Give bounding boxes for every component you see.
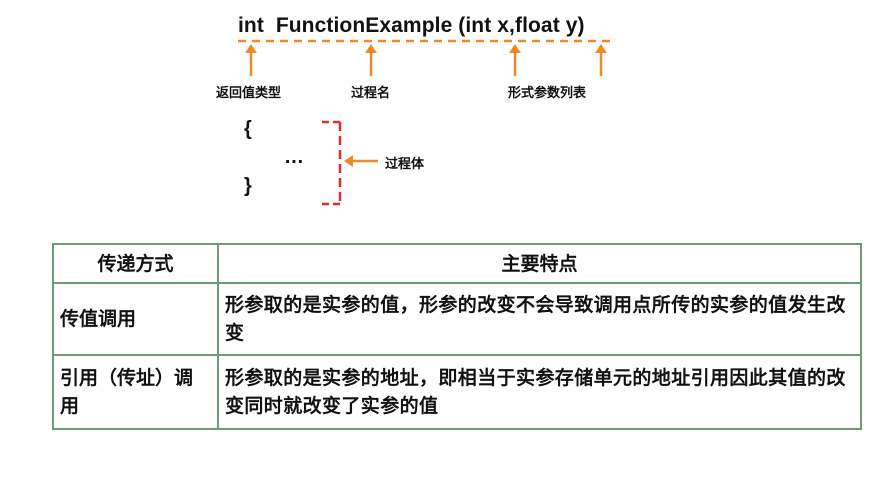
- code-open-brace: {: [244, 118, 252, 140]
- proc-body-bracket: [322, 120, 342, 206]
- header-passing-mode: 传递方式: [52, 243, 219, 284]
- parameter-passing-table: 传递方式 主要特点 传值调用 形参取的是实参的值，形参的改变不会导致调用点所传的…: [52, 243, 862, 430]
- cell-mode: 传值调用: [52, 282, 219, 356]
- cell-mode: 引用（传址）调用: [52, 354, 219, 430]
- arrow-return-type: [245, 44, 257, 76]
- code-close-brace: }: [244, 175, 252, 197]
- arrow-proc-name: [365, 44, 377, 76]
- header-main-features: 主要特点: [217, 243, 862, 284]
- label-return-type: 返回值类型: [216, 86, 282, 101]
- cell-desc: 形参取的是实参的地址，即相当于实参存储单元的地址引用因此其值的改变同时就改变了实…: [217, 354, 862, 430]
- label-param-list: 形式参数列表: [508, 86, 587, 101]
- arrow-proc-body: [344, 155, 378, 167]
- table-header-row: 传递方式 主要特点: [52, 243, 862, 284]
- arrow-param-list-left: [509, 44, 521, 76]
- table-row: 引用（传址）调用 形参取的是实参的地址，即相当于实参存储单元的地址引用因此其值的…: [52, 354, 862, 430]
- table-row: 传值调用 形参取的是实参的值，形参的改变不会导致调用点所传的实参的值发生改变: [52, 282, 862, 356]
- label-proc-name: 过程名: [351, 86, 391, 101]
- cell-desc: 形参取的是实参的值，形参的改变不会导致调用点所传的实参的值发生改变: [217, 282, 862, 356]
- code-ellipsis: …: [284, 146, 304, 168]
- function-signature: int FunctionExample (int x,float y): [238, 14, 585, 37]
- label-proc-body: 过程体: [385, 157, 425, 172]
- arrow-param-list-right: [595, 44, 607, 76]
